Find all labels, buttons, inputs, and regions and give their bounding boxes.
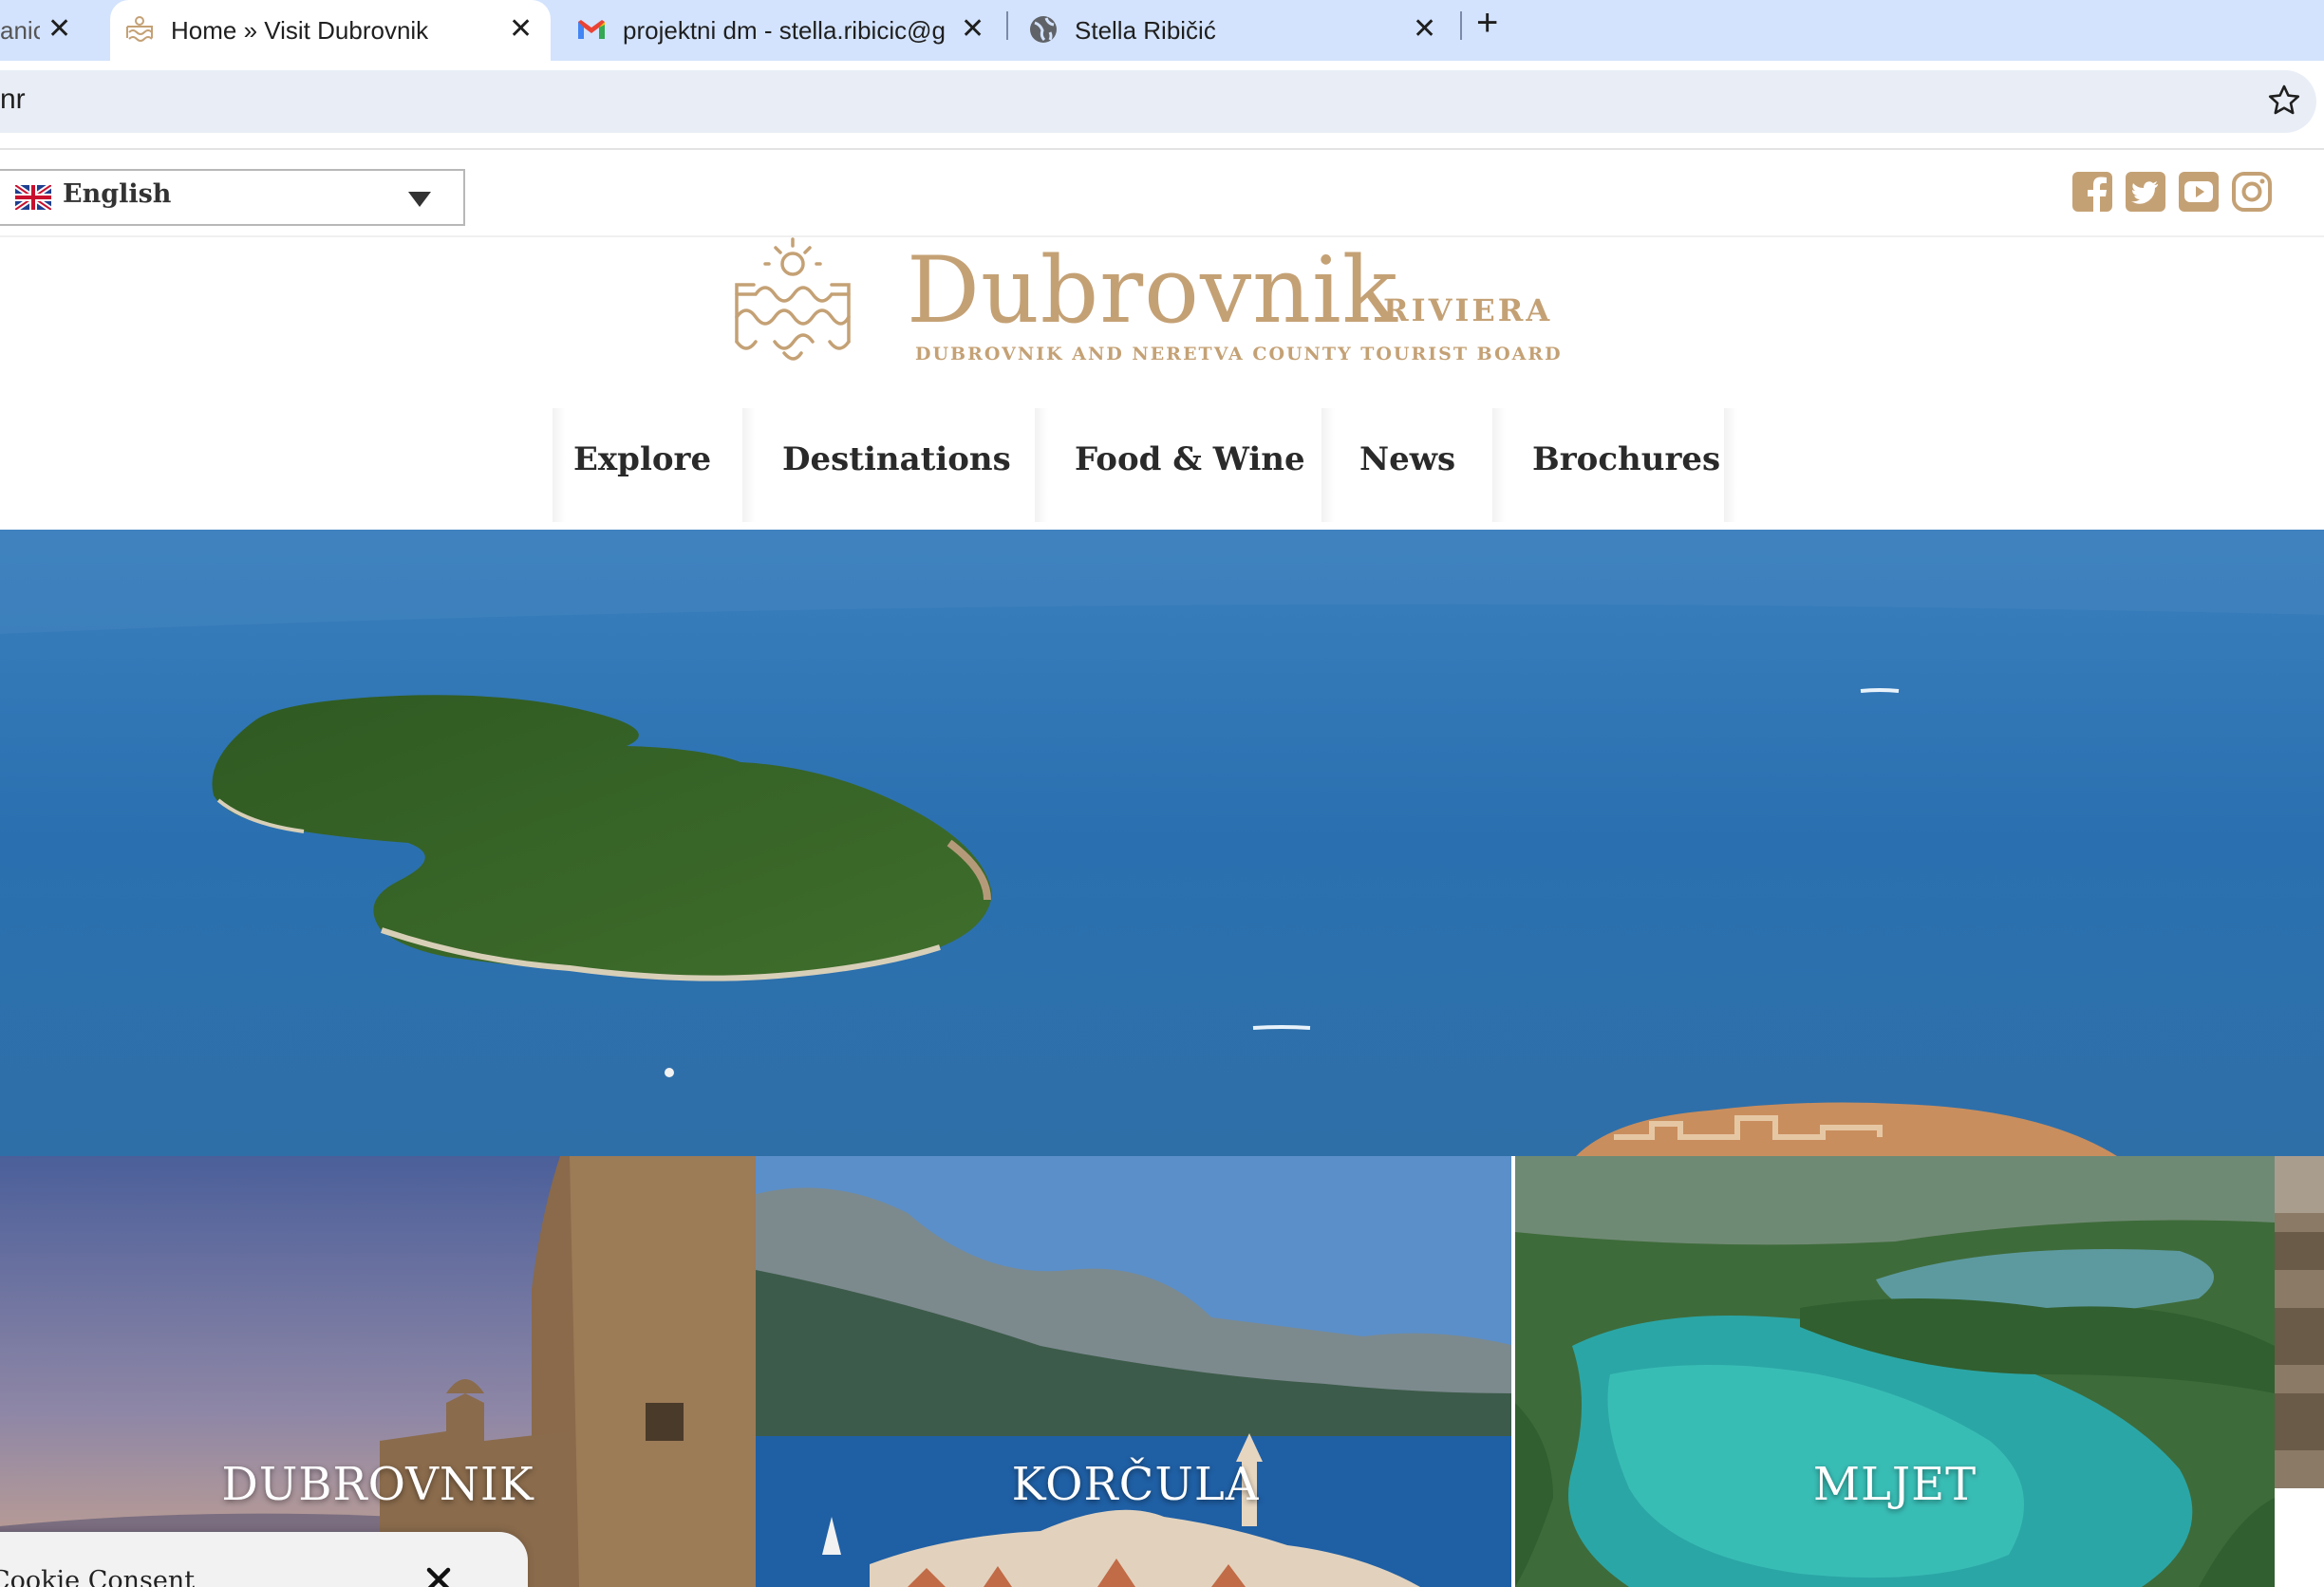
new-tab-button[interactable]: + — [1476, 4, 1498, 42]
browser-tab[interactable]: Stella Ribičić ✕ — [1014, 0, 1460, 61]
main-navigation: Explore Destinations Food & Wine News Br… — [0, 380, 2324, 530]
address-text: nr — [0, 84, 26, 115]
close-tab-icon[interactable]: ✕ — [961, 15, 984, 44]
korcula-photo — [756, 1156, 1511, 1587]
destination-card-korcula[interactable]: KORČULA — [756, 1156, 1511, 1587]
browser-tab[interactable]: projektni dm - stella.ribicic@g ✕ — [562, 0, 999, 61]
logo-subtitle: DUBROVNIK AND NERETVA COUNTY TOURIST BOA… — [915, 344, 1563, 364]
close-icon[interactable] — [425, 1566, 452, 1587]
mljet-photo — [1515, 1156, 2275, 1587]
nav-explore[interactable]: Explore — [573, 440, 711, 478]
youtube-icon[interactable] — [2178, 171, 2220, 213]
language-label: English — [63, 179, 172, 209]
card-title: MLJET — [1812, 1458, 1977, 1511]
hero-image — [0, 530, 2324, 1156]
facebook-icon[interactable] — [2071, 171, 2113, 213]
dubrovnik-riviera-logo-icon[interactable] — [731, 235, 854, 368]
instagram-icon[interactable] — [2231, 171, 2273, 213]
tab-title: anic — [0, 15, 40, 45]
uk-flag-icon — [15, 185, 51, 210]
tab-title: Home » Visit Dubrovnik — [171, 15, 429, 45]
card-title: DUBROVNIK — [221, 1458, 534, 1511]
nav-news[interactable]: News — [1359, 440, 1455, 478]
logo-wordmark[interactable]: Dubrovnik — [907, 235, 1398, 345]
tab-separator — [1460, 11, 1462, 40]
destination-card-next[interactable] — [2275, 1156, 2324, 1488]
address-bar-row: nr — [0, 61, 2324, 148]
browser-tab[interactable]: anic ✕ — [0, 0, 95, 61]
close-tab-icon[interactable]: ✕ — [47, 15, 71, 44]
destination-card-dubrovnik[interactable]: DUBROVNIK — [0, 1156, 756, 1587]
site-favicon-icon — [126, 16, 153, 42]
nav-separator — [1321, 408, 1335, 522]
card-title: KORČULA — [1011, 1458, 1260, 1511]
browser-tab-active[interactable]: Home » Visit Dubrovnik ✕ — [110, 0, 551, 61]
twitter-icon[interactable] — [2125, 171, 2166, 213]
cookie-consent-title: Cookie Consent — [0, 1566, 196, 1587]
browser-tab-bar: anic ✕ Home » Visit Dubrovnik ✕ projektn… — [0, 0, 2324, 61]
tab-title: projektni dm - stella.ribicic@g — [623, 15, 946, 45]
bookmark-star-icon[interactable] — [2267, 84, 2301, 118]
tab-title: Stella Ribičić — [1075, 15, 1216, 45]
nav-brochures[interactable]: Brochures — [1532, 440, 1720, 478]
cookie-consent-panel: Cookie Consent — [0, 1532, 528, 1587]
nav-separator — [742, 408, 756, 522]
logo-riviera: RIVIERA — [1383, 292, 1553, 328]
globe-icon — [1030, 16, 1057, 43]
nav-separator — [1724, 408, 1737, 522]
nav-separator — [1035, 408, 1048, 522]
language-select[interactable]: English — [0, 169, 465, 226]
nav-separator — [1492, 408, 1506, 522]
nav-destinations[interactable]: Destinations — [782, 440, 1011, 478]
nav-separator — [553, 408, 566, 522]
caret-down-icon — [408, 192, 431, 207]
next-card-photo — [2275, 1156, 2324, 1488]
nav-food-wine[interactable]: Food & Wine — [1075, 440, 1305, 478]
close-tab-icon[interactable]: ✕ — [509, 15, 533, 44]
address-bar[interactable]: nr — [0, 70, 2316, 133]
dubrovnik-photo — [0, 1156, 756, 1587]
gmail-icon — [578, 20, 605, 39]
chrome-divider — [0, 148, 2324, 150]
tab-separator — [1006, 11, 1008, 40]
destination-card-mljet[interactable]: MLJET — [1515, 1156, 2275, 1587]
close-tab-icon[interactable]: ✕ — [1413, 15, 1436, 44]
